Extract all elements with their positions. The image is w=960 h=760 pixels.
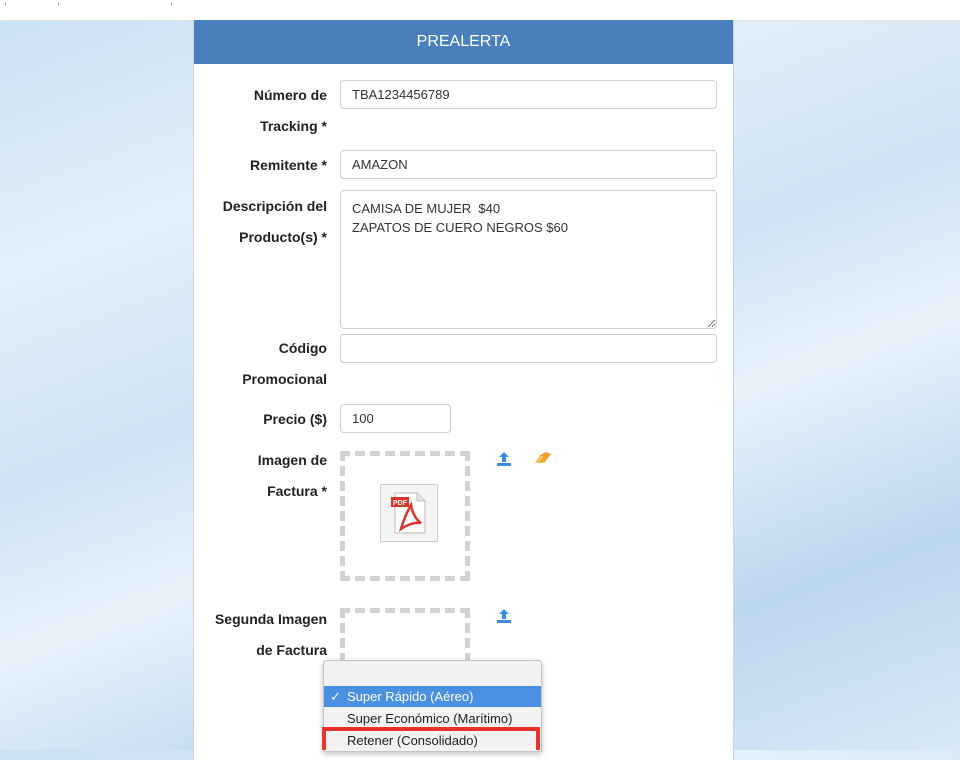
- panel-header: PREALERTA: [194, 20, 733, 64]
- shipping-option-hold[interactable]: Retener (Consolidado): [324, 730, 541, 751]
- invoice-image-dropzone[interactable]: PDF: [340, 451, 470, 581]
- sender-label-text: Remitente *: [249, 157, 327, 173]
- panel-title: PREALERTA: [416, 33, 511, 50]
- second-invoice-label-line-1: Segunda Imagen: [214, 611, 327, 627]
- price-label-text: Precio ($): [263, 411, 327, 427]
- description-label: Descripción del Producto(s) *: [187, 191, 327, 253]
- upload-icon[interactable]: [496, 451, 512, 472]
- check-icon: ✓: [330, 689, 341, 704]
- shipping-option-label: Retener (Consolidado): [347, 733, 478, 748]
- prealert-panel: PREALERTA Número de Tracking * Remitente…: [193, 20, 734, 760]
- invoice-image-label: Imagen de Factura *: [187, 445, 327, 507]
- shipping-method-dropdown[interactable]: ✓ Super Rápido (Aéreo) Super Económico (…: [323, 660, 542, 752]
- tracking-label-line-1: Número de: [253, 87, 327, 103]
- price-label: Precio ($): [187, 404, 327, 435]
- promo-label-line-1: Código: [278, 340, 327, 356]
- sender-label: Remitente *: [187, 150, 327, 181]
- tracking-input[interactable]: [340, 80, 717, 109]
- eraser-icon[interactable]: [534, 451, 552, 470]
- second-invoice-label: Segunda Imagen de Factura: [187, 604, 327, 666]
- promo-label: Código Promocional: [187, 333, 327, 395]
- pdf-badge-text: PDF: [393, 500, 408, 507]
- invoice-image-label-line-2: Factura *: [267, 483, 327, 499]
- upload-icon[interactable]: [496, 608, 512, 629]
- top-bar-mark: [171, 2, 172, 6]
- tracking-label-line-2: Tracking *: [260, 118, 327, 134]
- description-label-line-1: Descripción del: [222, 198, 327, 214]
- top-bar-mark: [58, 2, 59, 6]
- shipping-option-air[interactable]: ✓ Super Rápido (Aéreo): [324, 686, 541, 707]
- invoice-image-label-line-1: Imagen de: [257, 452, 327, 468]
- promo-code-input[interactable]: [340, 334, 717, 363]
- shipping-option-sea[interactable]: Super Económico (Marítimo): [324, 708, 541, 729]
- description-textarea[interactable]: CAMISA DE MUJER $40 ZAPATOS DE CUERO NEG…: [340, 190, 717, 329]
- shipping-option-label: Super Rápido (Aéreo): [347, 689, 474, 704]
- pdf-file-icon: PDF: [380, 484, 438, 542]
- tracking-label: Número de Tracking *: [187, 80, 327, 142]
- top-bar: [0, 0, 960, 21]
- promo-label-line-2: Promocional: [242, 371, 327, 387]
- shipping-option-label: Super Económico (Marítimo): [347, 711, 513, 726]
- second-invoice-label-line-2: de Factura: [256, 642, 327, 658]
- sender-input[interactable]: [340, 150, 717, 179]
- top-bar-mark: [5, 2, 6, 6]
- description-label-line-2: Producto(s) *: [239, 229, 327, 245]
- price-input[interactable]: [340, 404, 451, 433]
